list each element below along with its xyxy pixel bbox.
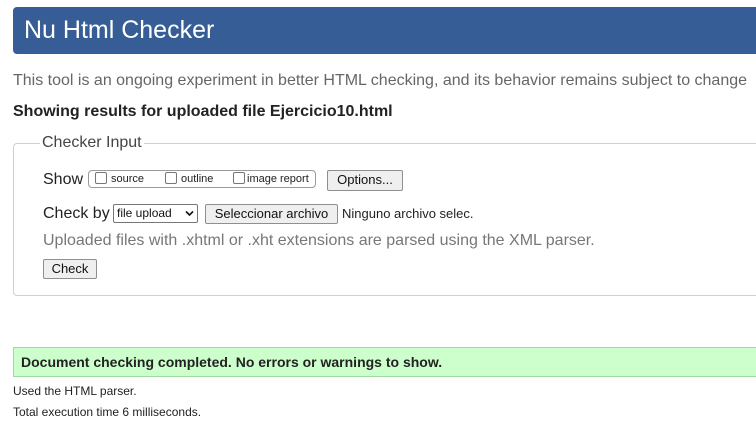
- chevron-down-icon: [185, 210, 194, 217]
- parser-info: Used the HTML parser.: [13, 384, 137, 398]
- check-button[interactable]: Check: [43, 259, 97, 279]
- choose-file-button[interactable]: Seleccionar archivo: [205, 204, 338, 224]
- source-checkbox[interactable]: [95, 172, 107, 184]
- xml-parser-note: Uploaded files with .xhtml or .xht exten…: [43, 232, 595, 249]
- result-message-box: Document checking completed. No errors o…: [13, 347, 756, 377]
- check-by-selected-value: file upload: [117, 206, 172, 220]
- checker-page: Nu Html Checker This tool is an ongoing …: [0, 0, 756, 427]
- result-message: Document checking completed. No errors o…: [21, 354, 443, 370]
- execution-time: Total execution time 6 milliseconds.: [13, 405, 202, 419]
- header-bar: Nu Html Checker: [13, 7, 756, 54]
- checker-input-fieldset: Checker Input Show source outline image …: [13, 134, 756, 296]
- show-label: Show: [43, 171, 84, 188]
- file-status-text: Ninguno archivo selec.: [342, 206, 474, 221]
- outline-checkbox-label[interactable]: outline: [181, 173, 213, 186]
- options-button[interactable]: Options...: [327, 170, 403, 191]
- image-report-checkbox-label[interactable]: image report: [247, 173, 309, 186]
- show-options-group: source outline image report: [88, 170, 316, 188]
- intro-text: This tool is an ongoing experiment in be…: [13, 72, 748, 89]
- image-report-checkbox[interactable]: [233, 172, 245, 184]
- check-by-label: Check by: [43, 205, 110, 222]
- outline-checkbox[interactable]: [165, 172, 177, 184]
- page-title: Nu Html Checker: [24, 16, 215, 44]
- source-checkbox-label[interactable]: source: [111, 173, 144, 186]
- check-by-select[interactable]: file upload: [113, 204, 198, 223]
- results-heading: Showing results for uploaded file Ejerci…: [13, 103, 393, 120]
- checker-input-legend: Checker Input: [40, 134, 144, 152]
